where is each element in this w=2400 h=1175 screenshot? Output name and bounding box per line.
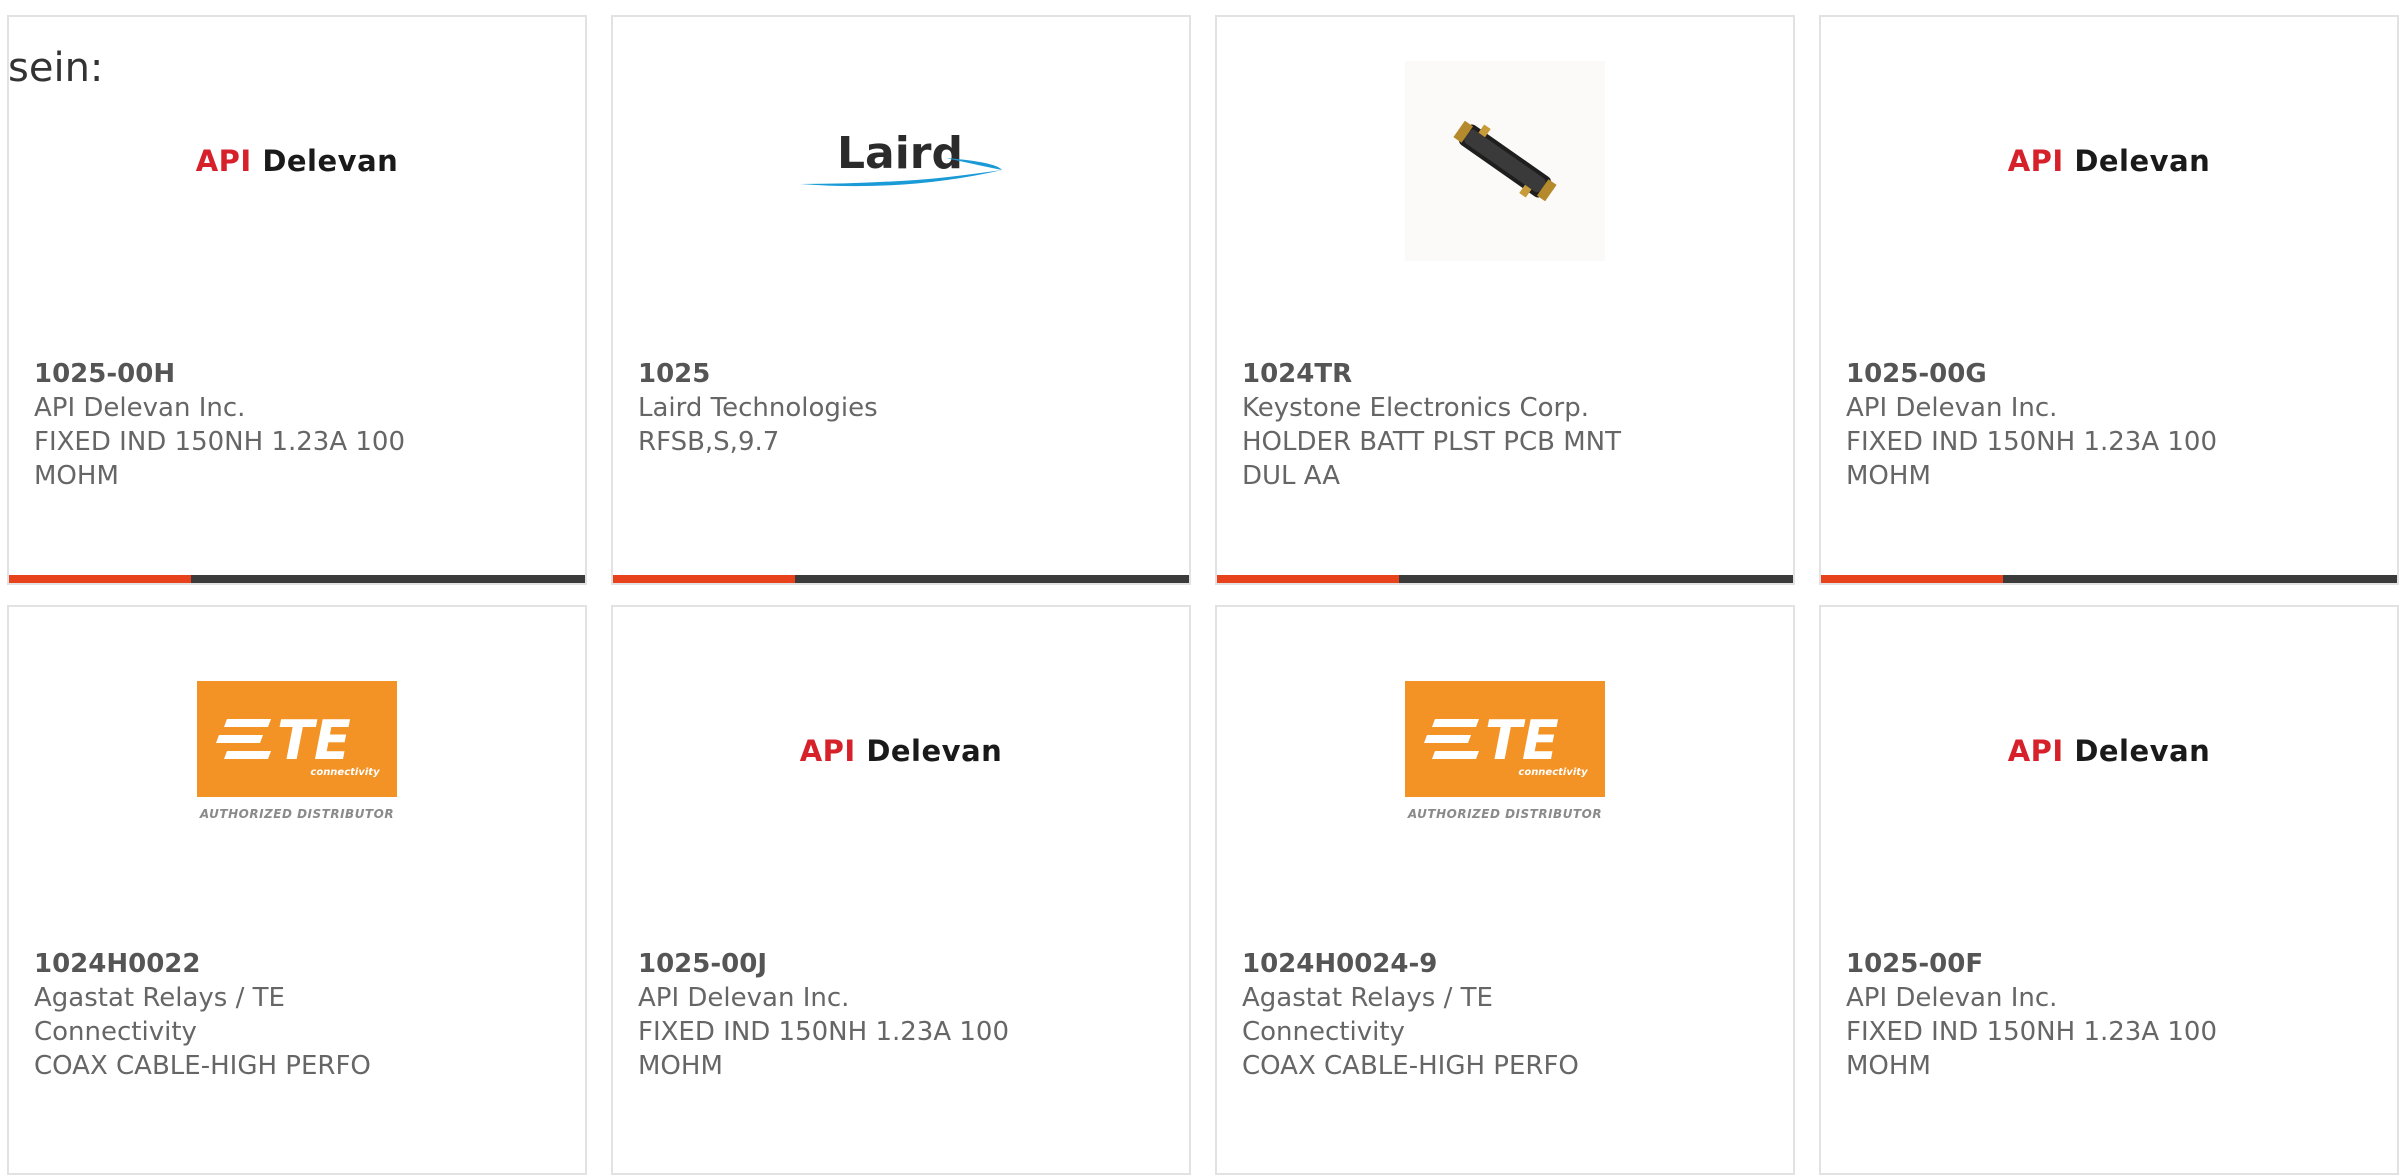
manufacturer-logo: API Delevan <box>9 81 585 241</box>
description-line: MOHM <box>638 1051 723 1081</box>
svg-text:TE: TE <box>1485 709 1559 772</box>
card-footer-bar <box>1821 575 2397 583</box>
manufacturer-logo: API Delevan <box>613 671 1189 831</box>
laird-logo: Laird <box>800 128 1002 187</box>
manufacturer-logo: TE connectivity AUTHORIZED DISTRIBUTOR <box>9 671 585 831</box>
manufacturer-logo: Laird <box>613 81 1189 241</box>
manufacturer-logo: API Delevan <box>1821 671 2397 831</box>
card-footer-bar <box>1217 575 1793 583</box>
description-line: COAX CABLE-HIGH PERFO <box>34 1051 371 1081</box>
description-line: RFSB,S,9.7 <box>638 427 780 457</box>
part-number-link[interactable]: 1025 <box>638 357 1058 391</box>
manufacturer-name: API Delevan Inc. <box>638 983 850 1013</box>
product-card[interactable]: TE connectivity AUTHORIZED DISTRIBUTOR 1… <box>1215 605 1795 1175</box>
description-line: FIXED IND 150NH 1.23A 100 <box>1846 427 2218 457</box>
part-number-link[interactable]: 1025-00H <box>34 357 454 391</box>
description-line: FIXED IND 150NH 1.23A 100 <box>638 1017 1010 1047</box>
product-card[interactable]: Laird 1025 Laird Technologies RFSB,S,9.7 <box>611 15 1191 585</box>
manufacturer-logo: API Delevan <box>1821 81 2397 241</box>
api-delevan-logo: API Delevan <box>195 144 399 178</box>
battery-holder-image <box>1405 61 1605 261</box>
product-card[interactable]: TE connectivity AUTHORIZED DISTRIBUTOR 1… <box>7 605 587 1175</box>
part-number-link[interactable]: 1024TR <box>1242 357 1662 391</box>
description-line: DUL AA <box>1242 461 1341 491</box>
product-card[interactable]: 1024TR Keystone Electronics Corp. HOLDER… <box>1215 15 1795 585</box>
svg-text:connectivity: connectivity <box>1518 767 1588 778</box>
description-line: MOHM <box>1846 1051 1931 1081</box>
part-number-link[interactable]: 1025-00J <box>638 947 1058 981</box>
manufacturer-name: Agastat Relays / TE Connectivity <box>34 983 285 1047</box>
manufacturer-name: Keystone Electronics Corp. <box>1242 393 1590 423</box>
intro-text: sein: <box>8 45 104 91</box>
description-line: MOHM <box>1846 461 1931 491</box>
te-connectivity-logo: TE connectivity AUTHORIZED DISTRIBUTOR <box>197 681 397 821</box>
api-delevan-logo: API Delevan <box>2007 144 2211 178</box>
card-footer-bar <box>9 575 585 583</box>
product-image <box>1217 61 1793 261</box>
description-line: FIXED IND 150NH 1.23A 100 <box>34 427 406 457</box>
description-line: FIXED IND 150NH 1.23A 100 <box>1846 1017 2218 1047</box>
te-connectivity-logo: TE connectivity AUTHORIZED DISTRIBUTOR <box>1405 681 1605 821</box>
product-card[interactable]: API Delevan 1025-00F API Delevan Inc. FI… <box>1819 605 2399 1175</box>
api-delevan-logo: API Delevan <box>799 734 1003 768</box>
api-delevan-logo: API Delevan <box>2007 734 2211 768</box>
svg-text:connectivity: connectivity <box>310 767 380 778</box>
part-number-link[interactable]: 1025-00G <box>1846 357 2266 391</box>
product-grid: API Delevan 1025-00H API Delevan Inc. FI… <box>0 0 2400 1175</box>
part-number-link[interactable]: 1024H0024-9 <box>1242 947 1662 981</box>
svg-text:Laird: Laird <box>837 128 963 179</box>
manufacturer-name: API Delevan Inc. <box>1846 983 2058 1013</box>
svg-text:TE: TE <box>277 709 351 772</box>
product-card[interactable]: API Delevan 1025-00J API Delevan Inc. FI… <box>611 605 1191 1175</box>
manufacturer-logo: TE connectivity AUTHORIZED DISTRIBUTOR <box>1217 671 1793 831</box>
manufacturer-name: API Delevan Inc. <box>34 393 246 423</box>
product-card[interactable]: API Delevan 1025-00G API Delevan Inc. FI… <box>1819 15 2399 585</box>
manufacturer-name: Agastat Relays / TE Connectivity <box>1242 983 1493 1047</box>
part-number-link[interactable]: 1025-00F <box>1846 947 2266 981</box>
card-footer-bar <box>613 575 1189 583</box>
part-number-link[interactable]: 1024H0022 <box>34 947 454 981</box>
manufacturer-name: API Delevan Inc. <box>1846 393 2058 423</box>
description-line: COAX CABLE-HIGH PERFO <box>1242 1051 1579 1081</box>
product-card[interactable]: API Delevan 1025-00H API Delevan Inc. FI… <box>7 15 587 585</box>
description-line: MOHM <box>34 461 119 491</box>
description-line: HOLDER BATT PLST PCB MNT <box>1242 427 1621 457</box>
manufacturer-name: Laird Technologies <box>638 393 878 423</box>
